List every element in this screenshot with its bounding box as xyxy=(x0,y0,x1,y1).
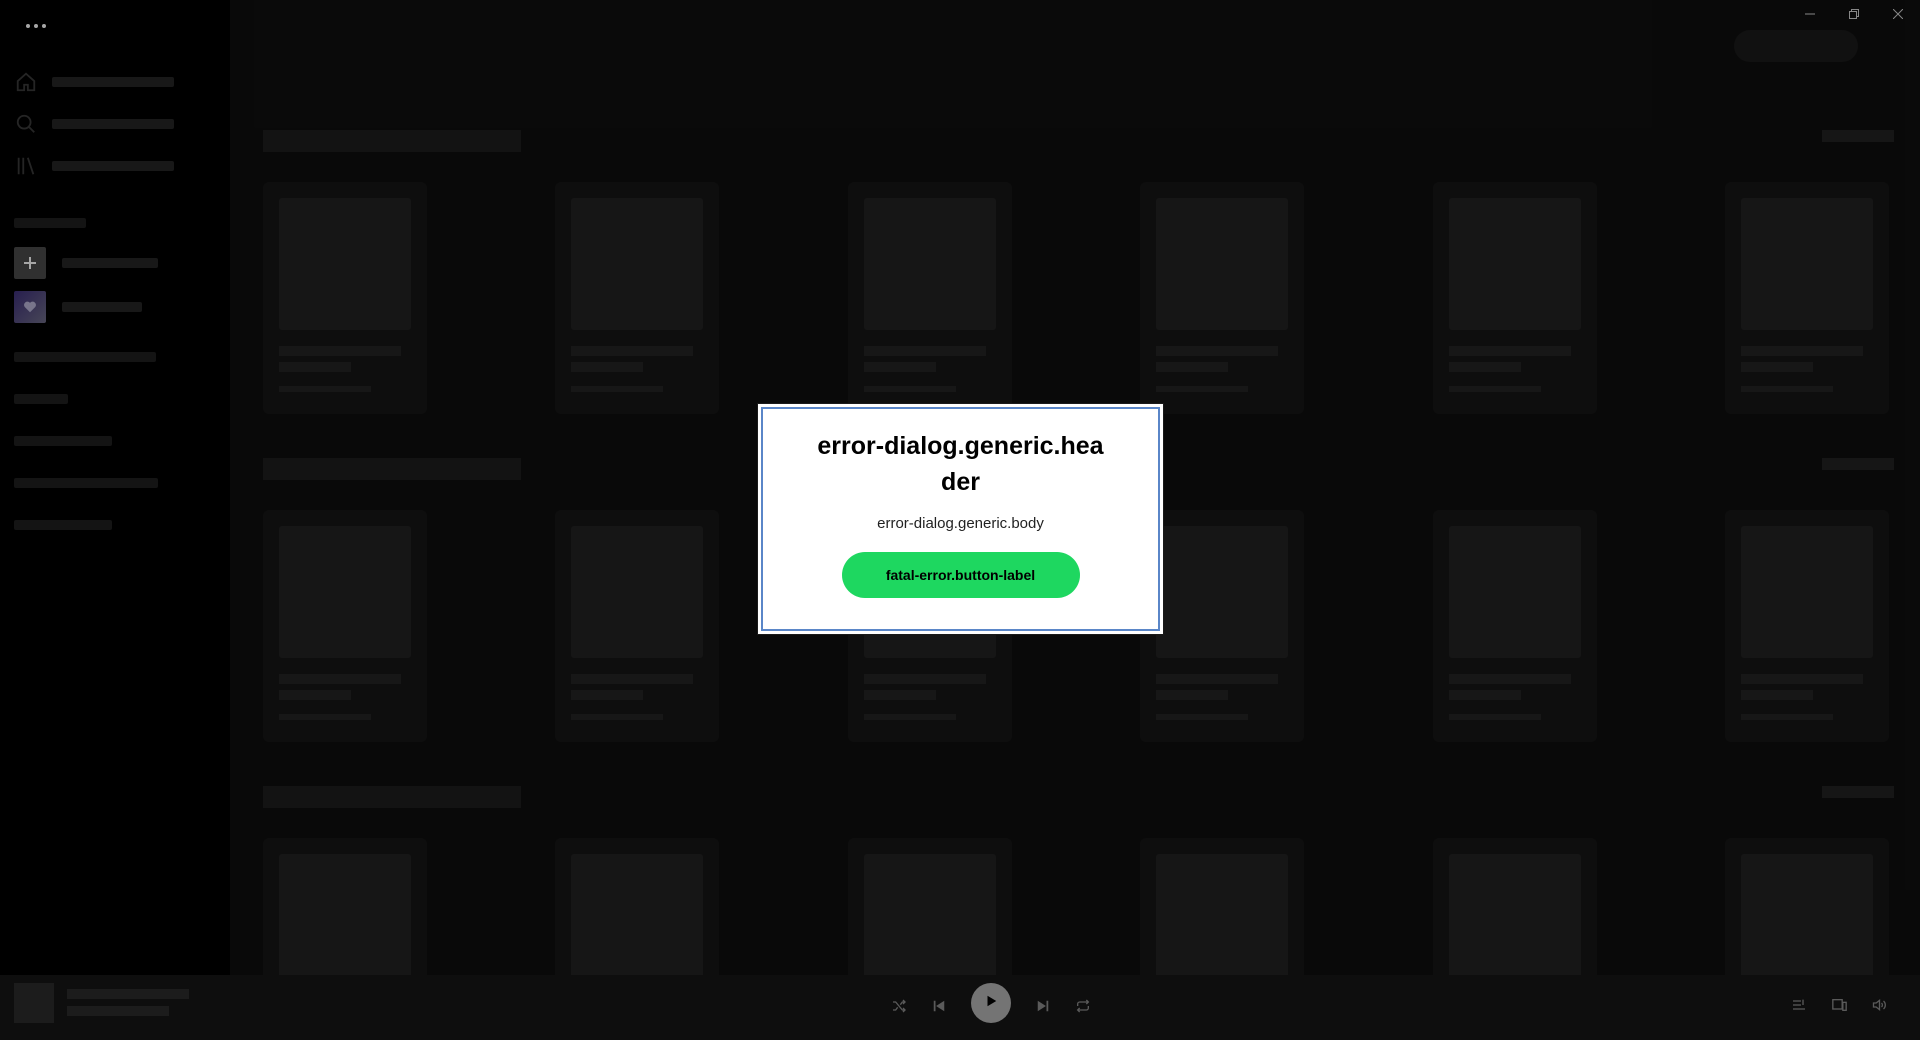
dialog-body: error-dialog.generic.body xyxy=(877,515,1044,532)
error-dialog: error-dialog.generic.header error-dialog… xyxy=(758,404,1163,634)
fatal-error-button[interactable]: fatal-error.button-label xyxy=(841,552,1080,598)
dialog-title: error-dialog.generic.header xyxy=(817,432,1104,496)
app-window: error-dialog.generic.header error-dialog… xyxy=(0,0,1920,1040)
